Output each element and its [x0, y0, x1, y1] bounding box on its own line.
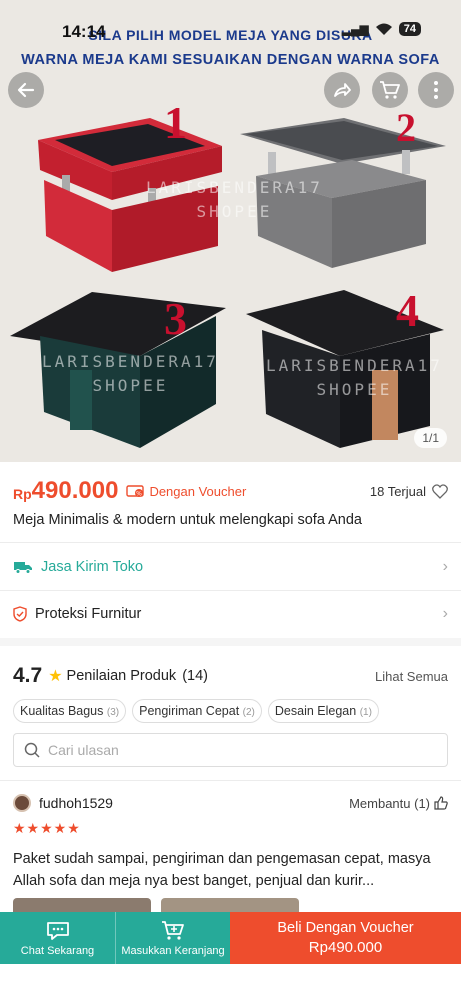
- cart-button[interactable]: [372, 72, 408, 108]
- model-number-3: 3: [164, 293, 187, 344]
- filter-chip[interactable]: Pengiriman Cepat (2): [132, 699, 262, 723]
- filter-chip[interactable]: Kualitas Bagus (3): [13, 699, 127, 723]
- see-all-reviews-link[interactable]: Lihat Semua: [375, 669, 448, 684]
- watermark: LARISBENDERA17 SHOPEE: [266, 354, 443, 402]
- review-search-box[interactable]: [13, 733, 448, 767]
- voucher-icon: %: [126, 484, 145, 498]
- model-number-2: 2: [396, 105, 416, 150]
- review-search-input[interactable]: [48, 742, 348, 758]
- arrow-left-icon: [17, 82, 35, 98]
- status-bar: 14:14 ▂▄▆ 74: [0, 22, 461, 42]
- image-banner-line-2: WARNA MEJA KAMI SESUAIKAN DENGAN WARNA S…: [21, 52, 440, 68]
- review-stars: ★★★★★: [13, 820, 81, 836]
- svg-text:%: %: [137, 491, 143, 498]
- price-value: 490.000: [31, 477, 119, 504]
- protection-label: Proteksi Furnitur: [35, 606, 142, 622]
- buy-button-label: Beli Dengan Voucher: [277, 920, 414, 936]
- truck-icon: [14, 562, 32, 574]
- shield-icon: [13, 606, 27, 622]
- rating-header: 4.7 ★ Penilaian Produk (14) Lihat Semua: [13, 662, 448, 690]
- avatar: [13, 794, 31, 812]
- review-text: Paket sudah sampai, pengiriman dan penge…: [13, 851, 431, 889]
- rating-count: (14): [182, 668, 208, 684]
- star-icon: ★: [48, 668, 63, 685]
- battery-indicator: 74: [398, 22, 421, 36]
- rating-score: 4.7: [13, 664, 43, 687]
- status-time: 14:14: [62, 22, 106, 41]
- helpful-button[interactable]: Membantu (1): [349, 796, 448, 811]
- protection-row[interactable]: Proteksi Furnitur ›: [13, 592, 448, 636]
- image-counter: 1/1: [414, 428, 447, 448]
- watermark-line-1: LARISBENDERA17: [146, 178, 323, 197]
- cart-icon: [380, 81, 400, 99]
- review-header: fudhoh1529 Membantu (1): [13, 794, 448, 812]
- add-to-cart-label: Masukkan Keranjang: [121, 944, 225, 957]
- add-to-cart-icon: [162, 920, 184, 940]
- divider: [0, 780, 461, 781]
- chat-now-label: Chat Sekarang: [20, 944, 95, 957]
- chevron-right-icon: ›: [442, 605, 448, 622]
- share-icon: [334, 83, 351, 97]
- signal-icon: ▂▄▆: [341, 22, 369, 36]
- product-image[interactable]: 14:14 ▂▄▆ 74 SILA PILIH MODEL MEJA YANG …: [0, 0, 461, 462]
- price-row: Rp 490.000 % Dengan Voucher 18 Terjual: [13, 476, 448, 506]
- heart-icon[interactable]: [432, 483, 448, 499]
- review-filter-chips: Kualitas Bagus (3) Pengiriman Cepat (2) …: [13, 699, 379, 723]
- buy-with-voucher-button[interactable]: Beli Dengan Voucher Rp490.000: [230, 912, 461, 964]
- search-icon: [24, 742, 40, 758]
- bottom-action-bar: Chat Sekarang Masukkan Keranjang Beli De…: [0, 912, 461, 964]
- wifi-icon: [375, 22, 393, 36]
- rating-title: Penilaian Produk: [66, 668, 177, 684]
- chip-label: Pengiriman Cepat: [139, 704, 240, 718]
- buy-button-price: Rp490.000: [308, 939, 383, 956]
- chip-count: (2): [242, 707, 255, 718]
- shipping-label: Jasa Kirim Toko: [41, 559, 144, 575]
- thumbs-up-icon: [434, 796, 448, 810]
- chip-count: (3): [106, 707, 120, 718]
- chat-icon: [46, 921, 69, 940]
- sold-label: 18 Terjual: [369, 483, 426, 499]
- model-number-4: 4: [396, 285, 419, 336]
- price-currency: Rp: [13, 486, 32, 502]
- reviewer-name: fudhoh1529: [39, 795, 113, 811]
- chat-now-button[interactable]: Chat Sekarang: [0, 912, 115, 964]
- divider: [0, 542, 461, 543]
- sold-count: 18 Terjual: [370, 484, 448, 499]
- watermark-line-2: SHOPEE: [316, 380, 393, 399]
- divider: [0, 590, 461, 591]
- add-to-cart-button[interactable]: Masukkan Keranjang: [115, 912, 230, 964]
- chip-label: Kualitas Bagus: [20, 704, 104, 718]
- product-title: Meja Minimalis & modern untuk melengkapi…: [13, 512, 362, 528]
- more-options-button[interactable]: [418, 72, 454, 108]
- chip-count: (1): [359, 707, 372, 718]
- watermark-line-2: SHOPEE: [196, 202, 273, 221]
- more-vertical-icon: [434, 81, 438, 99]
- watermark: LARISBENDERA17 SHOPEE: [146, 176, 323, 224]
- chip-label: Desain Elegan: [274, 704, 357, 718]
- helpful-label: Membantu (1): [349, 795, 430, 811]
- model-number-1: 1: [164, 97, 187, 148]
- shipping-row[interactable]: Jasa Kirim Toko ›: [13, 545, 448, 589]
- share-button[interactable]: [324, 72, 360, 108]
- back-button[interactable]: [8, 72, 44, 108]
- watermark: LARISBENDERA17 SHOPEE: [42, 350, 219, 398]
- chevron-right-icon: ›: [442, 558, 448, 575]
- section-separator: [0, 638, 461, 646]
- status-icons: ▂▄▆ 74: [342, 22, 421, 36]
- filter-chip[interactable]: Desain Elegan (1): [267, 699, 379, 723]
- watermark-line-1: LARISBENDERA17: [42, 352, 219, 371]
- watermark-line-2: SHOPEE: [92, 376, 169, 395]
- watermark-line-1: LARISBENDERA17: [266, 356, 443, 375]
- voucher-label[interactable]: Dengan Voucher: [149, 484, 246, 499]
